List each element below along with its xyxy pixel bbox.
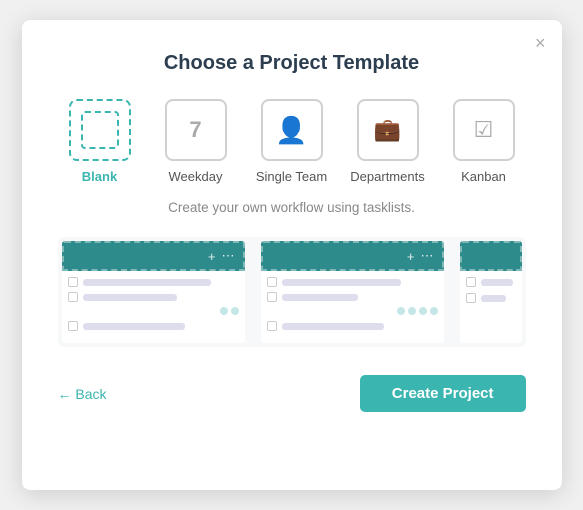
template-blank[interactable]: Blank (60, 99, 140, 184)
close-button[interactable]: × (535, 34, 546, 52)
template-single-team[interactable]: 👤 Single Team (252, 99, 332, 184)
template-departments-icon: 💼 (357, 99, 419, 161)
more-icon: ⋯ (222, 248, 235, 264)
col-header-actions-2: + ⋯ (407, 248, 434, 264)
task-bar (481, 279, 514, 286)
task-bar (282, 294, 359, 301)
col-header-1: + ⋯ (62, 241, 245, 271)
template-single-team-icon: 👤 (261, 99, 323, 161)
task-checkbox (267, 277, 277, 287)
dot (231, 307, 239, 315)
task-row (68, 277, 239, 287)
modal-footer: ← Back Create Project (58, 375, 526, 412)
add-icon: + (208, 249, 216, 264)
template-weekday-label: Weekday (169, 169, 223, 184)
dot (408, 307, 416, 315)
dot (419, 307, 427, 315)
person-icon: 👤 (275, 115, 307, 146)
template-departments-label: Departments (350, 169, 424, 184)
more-icon: ⋯ (421, 248, 434, 264)
dots-row (68, 307, 239, 315)
task-checkbox (68, 277, 78, 287)
briefcase-icon: 💼 (374, 117, 401, 143)
task-row (68, 292, 239, 302)
template-description: Create your own workflow using tasklists… (58, 200, 526, 215)
task-row (267, 277, 438, 287)
task-bar (282, 279, 402, 286)
template-kanban[interactable]: ☑ Kanban (444, 99, 524, 184)
task-checkbox (466, 293, 476, 303)
template-blank-icon (69, 99, 131, 161)
dot (397, 307, 405, 315)
col-body-3 (460, 271, 522, 343)
template-weekday-icon: 7 (165, 99, 227, 161)
col-header-2: + ⋯ (261, 241, 444, 271)
create-project-button[interactable]: Create Project (360, 375, 526, 412)
col-header-actions-1: + ⋯ (208, 248, 235, 264)
dot (430, 307, 438, 315)
task-bar (83, 323, 186, 330)
template-blank-label: Blank (82, 169, 117, 184)
template-options: Blank 7 Weekday 👤 Single Team 💼 Departme… (58, 99, 526, 184)
modal-title: Choose a Project Template (58, 52, 526, 75)
task-row (466, 277, 516, 287)
preview-col-1: + ⋯ (58, 237, 249, 347)
preview-col-3 (456, 237, 526, 347)
kanban-icon: ☑ (474, 117, 494, 143)
task-row (267, 292, 438, 302)
template-kanban-icon: ☑ (453, 99, 515, 161)
col-body-2 (261, 271, 444, 343)
task-checkbox (267, 321, 277, 331)
blank-dashed-box (81, 111, 119, 149)
add-icon: + (407, 249, 415, 264)
back-button[interactable]: ← Back (58, 386, 107, 402)
task-checkbox (68, 321, 78, 331)
task-bar (83, 279, 211, 286)
preview-col-2: + ⋯ (257, 237, 448, 347)
task-row (466, 293, 516, 303)
template-kanban-label: Kanban (461, 169, 506, 184)
task-bar (481, 295, 506, 302)
template-departments[interactable]: 💼 Departments (348, 99, 428, 184)
col-body-1 (62, 271, 245, 343)
task-row (267, 321, 438, 331)
dots-row (267, 307, 438, 315)
template-preview: + ⋯ (58, 237, 526, 347)
dot (220, 307, 228, 315)
template-weekday[interactable]: 7 Weekday (156, 99, 236, 184)
task-bar (282, 323, 385, 330)
col-header-3 (460, 241, 522, 271)
task-checkbox (267, 292, 277, 302)
task-checkbox (68, 292, 78, 302)
task-bar (83, 294, 177, 301)
task-checkbox (466, 277, 476, 287)
template-single-team-label: Single Team (256, 169, 327, 184)
task-row (68, 321, 239, 331)
project-template-modal: × Choose a Project Template Blank 7 Week… (22, 20, 562, 490)
weekday-icon: 7 (189, 119, 201, 141)
